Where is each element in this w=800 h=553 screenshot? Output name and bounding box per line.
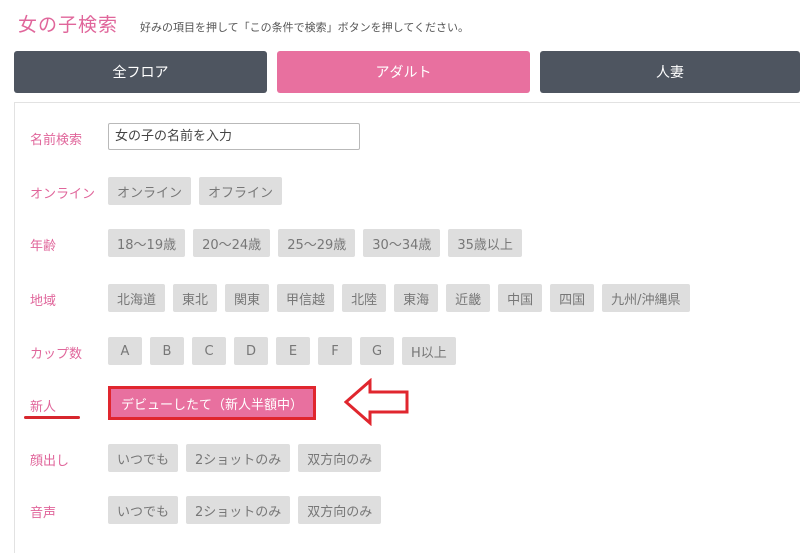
newcomer-highlight-box: デビューしたて（新人半額中） (108, 386, 317, 420)
option-voice-two-way[interactable]: 双方向のみ (298, 496, 382, 524)
tab-married[interactable]: 人妻 (540, 51, 800, 93)
filter-label-online: オンライン (30, 187, 96, 202)
option-cup-h-plus[interactable]: H以上 (402, 337, 456, 365)
option-voice-anytime[interactable]: いつでも (108, 496, 179, 524)
filter-label-region: 地域 (30, 294, 57, 309)
option-age-18-19[interactable]: 18〜19歳 (108, 229, 186, 257)
tab-adult[interactable]: アダルト (277, 51, 530, 93)
newcomer-underline-annotation (24, 416, 80, 419)
region-options: 北海道 東北 関東 甲信越 北陸 東海 近畿 中国 四国 九州/沖縄県 (108, 284, 690, 312)
filter-label-voice: 音声 (30, 506, 57, 521)
option-online[interactable]: オンライン (108, 177, 192, 205)
option-cup-c[interactable]: C (192, 337, 226, 365)
option-face-2shot[interactable]: 2ショットのみ (186, 444, 291, 472)
option-region-tokai[interactable]: 東海 (394, 284, 439, 312)
option-cup-b[interactable]: B (150, 337, 184, 365)
option-cup-g[interactable]: G (360, 337, 394, 365)
option-face-anytime[interactable]: いつでも (108, 444, 179, 472)
filter-label-age: 年齢 (30, 239, 57, 254)
option-cup-f[interactable]: F (318, 337, 352, 365)
tab-all-floors[interactable]: 全フロア (14, 51, 267, 93)
option-region-kanto[interactable]: 関東 (225, 284, 270, 312)
option-region-shikoku[interactable]: 四国 (550, 284, 595, 312)
option-offline[interactable]: オフライン (199, 177, 283, 205)
age-options: 18〜19歳 20〜24歳 25〜29歳 30〜34歳 35歳以上 (108, 229, 522, 257)
option-cup-a[interactable]: A (108, 337, 142, 365)
option-age-35-plus[interactable]: 35歳以上 (448, 229, 522, 257)
left-arrow-outline-icon (344, 378, 409, 426)
option-region-koshinetsu[interactable]: 甲信越 (277, 284, 335, 312)
search-panel (14, 102, 800, 553)
face-options: いつでも 2ショットのみ 双方向のみ (108, 444, 382, 472)
page-header: 女の子検索 好みの項目を押して「この条件で検索」ボタンを押してください。 (18, 10, 469, 40)
floor-tabs: 全フロア アダルト 人妻 (14, 51, 800, 93)
tab-label: 全フロア (112, 65, 169, 81)
cup-options: A B C D E F G H以上 (108, 337, 456, 365)
option-face-two-way[interactable]: 双方向のみ (298, 444, 382, 472)
option-region-tohoku[interactable]: 東北 (173, 284, 218, 312)
page-subtitle: 好みの項目を押して「この条件で検索」ボタンを押してください。 (140, 21, 470, 34)
option-region-kyushu-okinawa[interactable]: 九州/沖縄県 (602, 284, 690, 312)
tab-label: 人妻 (656, 65, 684, 81)
filter-label-cup: カップ数 (30, 347, 83, 362)
option-region-hokkaido[interactable]: 北海道 (108, 284, 166, 312)
option-region-kinki[interactable]: 近畿 (446, 284, 491, 312)
option-age-30-34[interactable]: 30〜34歳 (363, 229, 441, 257)
option-cup-d[interactable]: D (234, 337, 268, 365)
option-debut-newcomer[interactable]: デビューしたて（新人半額中） (111, 389, 314, 417)
filter-label-face: 顔出し (30, 454, 70, 469)
option-region-hokuriku[interactable]: 北陸 (342, 284, 387, 312)
tab-label: アダルト (375, 65, 432, 81)
name-search-input[interactable] (108, 123, 360, 150)
option-cup-e[interactable]: E (276, 337, 310, 365)
filter-label-name: 名前検索 (30, 133, 83, 148)
option-region-chugoku[interactable]: 中国 (498, 284, 543, 312)
option-age-25-29[interactable]: 25〜29歳 (278, 229, 356, 257)
voice-options: いつでも 2ショットのみ 双方向のみ (108, 496, 382, 524)
option-age-20-24[interactable]: 20〜24歳 (193, 229, 271, 257)
filter-label-newcomer: 新人 (30, 400, 57, 415)
page-title: 女の子検索 (18, 14, 119, 36)
option-voice-2shot[interactable]: 2ショットのみ (186, 496, 291, 524)
online-options: オンライン オフライン (108, 177, 283, 205)
